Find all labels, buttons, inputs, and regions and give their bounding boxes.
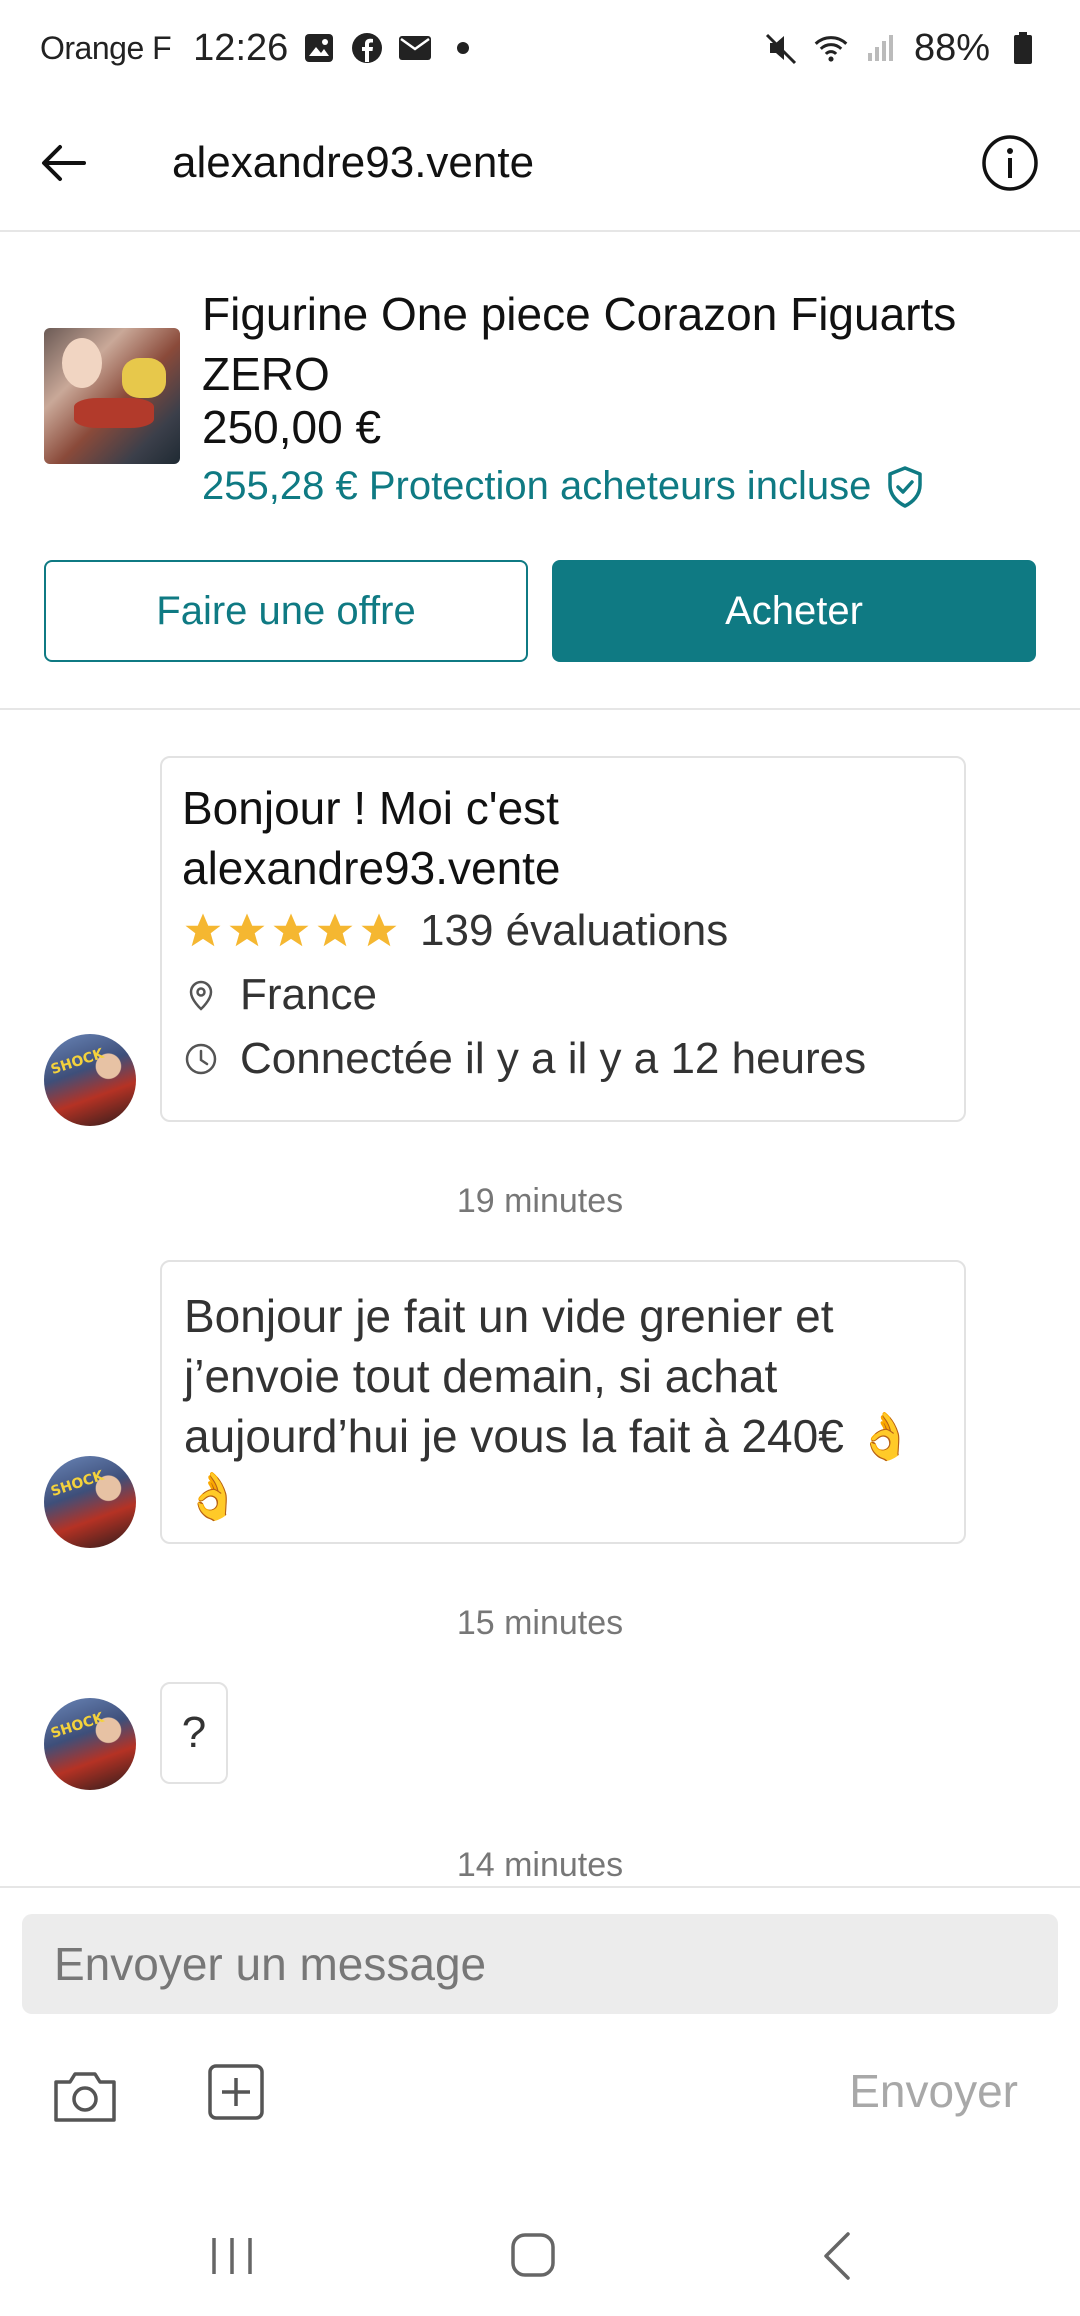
signal-icon (864, 31, 898, 65)
avatar[interactable]: SHOCK (44, 1456, 136, 1548)
recents-icon (212, 2238, 252, 2274)
location-row: France (182, 970, 944, 1020)
info-icon (982, 135, 1038, 191)
recents-button[interactable] (208, 2234, 256, 2278)
make-offer-button[interactable]: Faire une offre (44, 560, 528, 662)
message-bubble[interactable]: ? (160, 1682, 228, 1784)
message-timestamp: 15 minutes (456, 1604, 624, 1642)
clock-icon (185, 1043, 217, 1075)
message-bubble[interactable]: Bonjour je fait un vide grenier et j’env… (160, 1260, 966, 1544)
mail-icon (398, 31, 432, 65)
system-nav-bar (0, 2196, 1080, 2316)
status-bar: Orange F 12:26 88% (0, 0, 1080, 96)
star-icon (229, 913, 265, 947)
info-button[interactable] (978, 131, 1042, 195)
message-timestamp: 14 minutes (456, 1846, 624, 1884)
shield-check-icon (888, 465, 923, 508)
carrier-label: Orange F (40, 29, 172, 66)
avatar[interactable]: SHOCK (44, 1034, 136, 1126)
home-icon (511, 2233, 555, 2277)
facebook-icon (350, 31, 384, 65)
dot-icon (446, 31, 480, 65)
clock: 12:26 (193, 26, 289, 69)
page-title: alexandre93.vente (172, 138, 535, 187)
message-input[interactable] (22, 1914, 1058, 2014)
star-icon (185, 913, 221, 947)
item-price: 250,00 € (202, 401, 382, 453)
gallery-icon (302, 31, 336, 65)
camera-icon (54, 2072, 116, 2122)
star-icon (317, 913, 353, 947)
item-card: Figurine One piece Corazon Figuarts ZERO… (0, 232, 1080, 710)
home-button[interactable] (510, 2232, 556, 2278)
message-composer: Envoyer (0, 1886, 1080, 2196)
arrow-left-icon (42, 145, 86, 181)
star-rating (182, 910, 400, 952)
plus-square-icon (208, 2064, 264, 2120)
send-button[interactable]: Envoyer (849, 2064, 1018, 2118)
last-seen-row: Connectée il y a il y a 12 heures (182, 1034, 944, 1084)
rating-row: 139 évaluations (182, 906, 944, 956)
buyer-protection-price[interactable]: 255,28 € Protection acheteurs incluse (202, 464, 925, 509)
system-back-button[interactable] (820, 2230, 854, 2282)
intro-title: Bonjour ! Moi c'est alexandre93.vente (182, 782, 561, 894)
star-icon (273, 913, 309, 947)
item-title[interactable]: Figurine One piece Corazon Figuarts ZERO (202, 284, 1022, 404)
avatar[interactable]: SHOCK (44, 1698, 136, 1790)
wifi-icon (814, 31, 848, 65)
mute-icon (764, 31, 798, 65)
chevron-left-icon (824, 2232, 850, 2280)
message-timestamp: 19 minutes (456, 1182, 624, 1220)
message-list[interactable]: SHOCK Bonjour ! Moi c'est alexandre93.ve… (0, 712, 1080, 1886)
star-icon (361, 913, 397, 947)
chat-header: alexandre93.vente (0, 96, 1080, 232)
battery-icon (1006, 31, 1040, 65)
reviews-count: 139 évaluations (420, 906, 729, 955)
item-thumbnail[interactable] (44, 328, 180, 464)
last-seen-text: Connectée il y a il y a 12 heures (240, 1034, 867, 1083)
camera-button[interactable] (52, 2066, 118, 2126)
location-pin-icon (189, 980, 213, 1011)
add-attachment-button[interactable] (206, 2062, 266, 2122)
back-button[interactable] (32, 131, 96, 195)
location-text: France (240, 970, 377, 1019)
seller-intro-card[interactable]: Bonjour ! Moi c'est alexandre93.vente 13… (160, 756, 966, 1122)
buyer-protection-label: 255,28 € Protection acheteurs incluse (202, 464, 872, 508)
battery-level: 88% (913, 26, 990, 69)
buy-button[interactable]: Acheter (552, 560, 1036, 662)
